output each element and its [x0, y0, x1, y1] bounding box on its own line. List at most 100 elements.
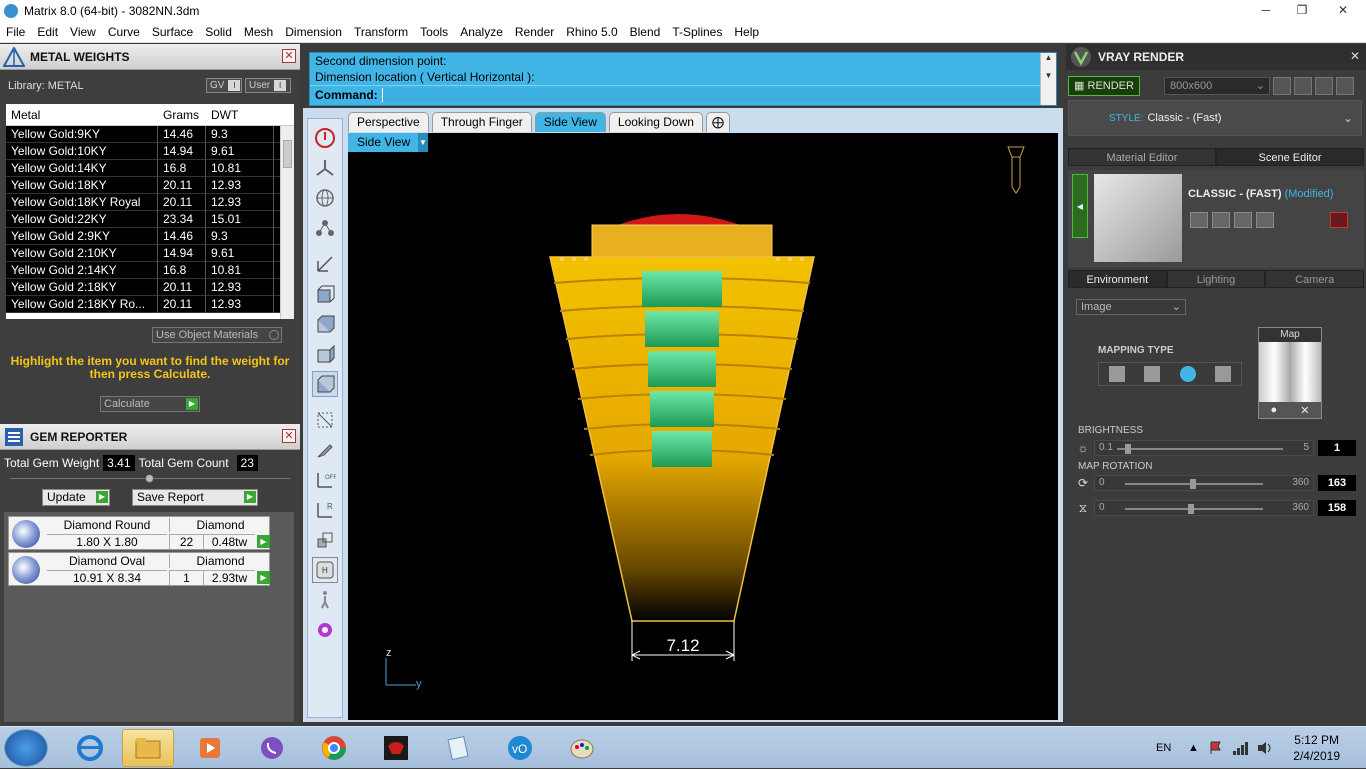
list-icon[interactable]: [1315, 77, 1333, 95]
viber-icon[interactable]: [246, 729, 298, 767]
table-row[interactable]: Yellow Gold:9KY 14.46 9.3: [6, 125, 294, 143]
media-player-icon[interactable]: [184, 729, 236, 767]
save-icon[interactable]: [1190, 212, 1208, 228]
slider-track[interactable]: 0.1 5: [1094, 440, 1314, 456]
tab-perspective[interactable]: Perspective: [348, 112, 429, 132]
gem-row[interactable]: Diamond Oval Diamond 10.91 X 8.34 1 2.93…: [8, 552, 270, 586]
menu-surface[interactable]: Surface: [146, 25, 199, 39]
tab-scene-editor[interactable]: Scene Editor: [1216, 148, 1364, 166]
cube-side-icon[interactable]: [312, 341, 338, 367]
table-row[interactable]: Yellow Gold:22KY 23.34 15.01: [6, 210, 294, 228]
globe-icon[interactable]: [312, 185, 338, 211]
table-row[interactable]: Yellow Gold 2:18KY 20.11 12.93: [6, 278, 294, 296]
menu-curve[interactable]: Curve: [102, 25, 146, 39]
tab-lighting[interactable]: Lighting: [1166, 270, 1266, 288]
viewport-name-dropdown[interactable]: Side View ▼: [348, 133, 428, 152]
collapse-arrow-icon[interactable]: ◀: [1072, 174, 1088, 238]
menu-analyze[interactable]: Analyze: [454, 25, 509, 39]
frame-buffer-icon[interactable]: [1294, 77, 1312, 95]
table-row[interactable]: Yellow Gold:10KY 14.94 9.61: [6, 142, 294, 160]
vray-close-icon[interactable]: ✕: [1348, 49, 1362, 63]
gear-purple-icon[interactable]: [312, 617, 338, 643]
menu-rhino[interactable]: Rhino 5.0: [560, 25, 623, 39]
game-app-icon[interactable]: [370, 729, 422, 767]
volume-icon[interactable]: [1256, 727, 1274, 769]
cube-map-icon[interactable]: [1144, 366, 1161, 382]
slider-knob[interactable]: [1188, 504, 1194, 514]
start-button[interactable]: [4, 729, 48, 767]
sphere-map-icon[interactable]: [1179, 366, 1196, 382]
column-metal[interactable]: Metal: [6, 108, 158, 122]
menu-edit[interactable]: Edit: [31, 25, 64, 39]
hdri-map-icon[interactable]: [1215, 366, 1232, 382]
gem-reporter-close-icon[interactable]: ✕: [282, 429, 296, 443]
slider-knob[interactable]: [1190, 479, 1196, 489]
ortho-off-icon[interactable]: OFF: [312, 467, 338, 493]
save-as-icon[interactable]: [1212, 212, 1230, 228]
slider-track[interactable]: 0 360: [1094, 475, 1314, 491]
network-icon[interactable]: [1232, 727, 1248, 769]
brightness-value[interactable]: 1: [1318, 440, 1356, 456]
update-button[interactable]: Update ▶: [42, 489, 110, 506]
file-explorer-icon[interactable]: [122, 729, 174, 767]
calculate-button[interactable]: Calculate ▶: [100, 396, 200, 412]
slider-knob[interactable]: [1125, 444, 1131, 454]
close-button[interactable]: ✕: [1320, 0, 1366, 20]
planar-map-icon[interactable]: [1108, 366, 1125, 382]
menu-view[interactable]: View: [64, 25, 102, 39]
export-icon[interactable]: [1234, 212, 1252, 228]
ortho-r-icon[interactable]: R: [312, 497, 338, 523]
cube-top-icon[interactable]: [312, 311, 338, 337]
save-report-button[interactable]: Save Report ▶: [132, 489, 258, 506]
menu-render[interactable]: Render: [509, 25, 560, 39]
environment-type-select[interactable]: Image ⌄: [1076, 299, 1186, 315]
internet-explorer-icon[interactable]: [64, 729, 116, 767]
show-hidden-icons-icon[interactable]: ▲: [1188, 727, 1199, 769]
menu-solid[interactable]: Solid: [199, 25, 238, 39]
command-input[interactable]: [381, 87, 1056, 102]
pen-icon[interactable]: [312, 437, 338, 463]
command-scrollbar[interactable]: ▲ ▼: [1040, 53, 1056, 105]
history-icon[interactable]: H: [312, 557, 338, 583]
table-row[interactable]: Yellow Gold 2:9KY 14.46 9.3: [6, 227, 294, 245]
rotation-v-slider[interactable]: ⧖ 0 360 158: [1076, 500, 1356, 516]
notepad-icon[interactable]: [432, 729, 484, 767]
import-icon[interactable]: [1256, 212, 1274, 228]
map-image[interactable]: [1259, 342, 1321, 402]
gem-select-arrow-icon[interactable]: ▶: [257, 571, 270, 584]
table-row[interactable]: Yellow Gold 2:10KY 14.94 9.61: [6, 244, 294, 262]
action-center-flag-icon[interactable]: [1208, 727, 1224, 769]
rewind-icon[interactable]: [1273, 77, 1291, 95]
node-graph-icon[interactable]: [312, 215, 338, 241]
scrollbar-thumb[interactable]: [283, 140, 292, 168]
chrome-icon[interactable]: [308, 729, 360, 767]
maximize-button[interactable]: ❐: [1284, 0, 1320, 20]
table-row[interactable]: Yellow Gold 2:18KY Ro... 20.11 12.93: [6, 295, 294, 313]
close-icon[interactable]: ✕: [1300, 404, 1309, 417]
3d-viewport[interactable]: 7.12 z y: [348, 133, 1058, 720]
resolution-select[interactable]: 800x600 ⌄: [1164, 77, 1270, 95]
menu-mesh[interactable]: Mesh: [238, 25, 279, 39]
rotation-h-slider[interactable]: ⟳ 0 360 163: [1076, 475, 1356, 491]
gem-panel-splitter-knob[interactable]: [145, 474, 154, 483]
vo-app-icon[interactable]: vO: [494, 729, 546, 767]
table-row[interactable]: Yellow Gold:18KY 20.11 12.93: [6, 176, 294, 194]
table-row[interactable]: Yellow Gold 2:14KY 16.8 10.81: [6, 261, 294, 279]
tab-through-finger[interactable]: Through Finger: [431, 112, 532, 132]
user-toggle[interactable]: User I: [245, 78, 291, 93]
column-grams[interactable]: Grams: [158, 108, 206, 122]
menu-dimension[interactable]: Dimension: [279, 25, 348, 39]
bounding-box-icon[interactable]: [312, 407, 338, 433]
cube-perspective-icon[interactable]: [312, 371, 338, 397]
stop-icon[interactable]: [312, 125, 338, 151]
tab-material-editor[interactable]: Material Editor: [1068, 148, 1216, 166]
brightness-slider[interactable]: ☼ 0.1 5 1: [1076, 440, 1356, 456]
metal-table-scrollbar[interactable]: [280, 126, 294, 319]
rotation-v-value[interactable]: 158: [1318, 500, 1356, 516]
menu-file[interactable]: File: [0, 25, 31, 39]
settings-icon[interactable]: [1336, 77, 1354, 95]
walk-icon[interactable]: [312, 587, 338, 613]
menu-transform[interactable]: Transform: [348, 25, 414, 39]
color-icon[interactable]: ●: [1271, 404, 1278, 416]
rotation-h-value[interactable]: 163: [1318, 475, 1356, 491]
